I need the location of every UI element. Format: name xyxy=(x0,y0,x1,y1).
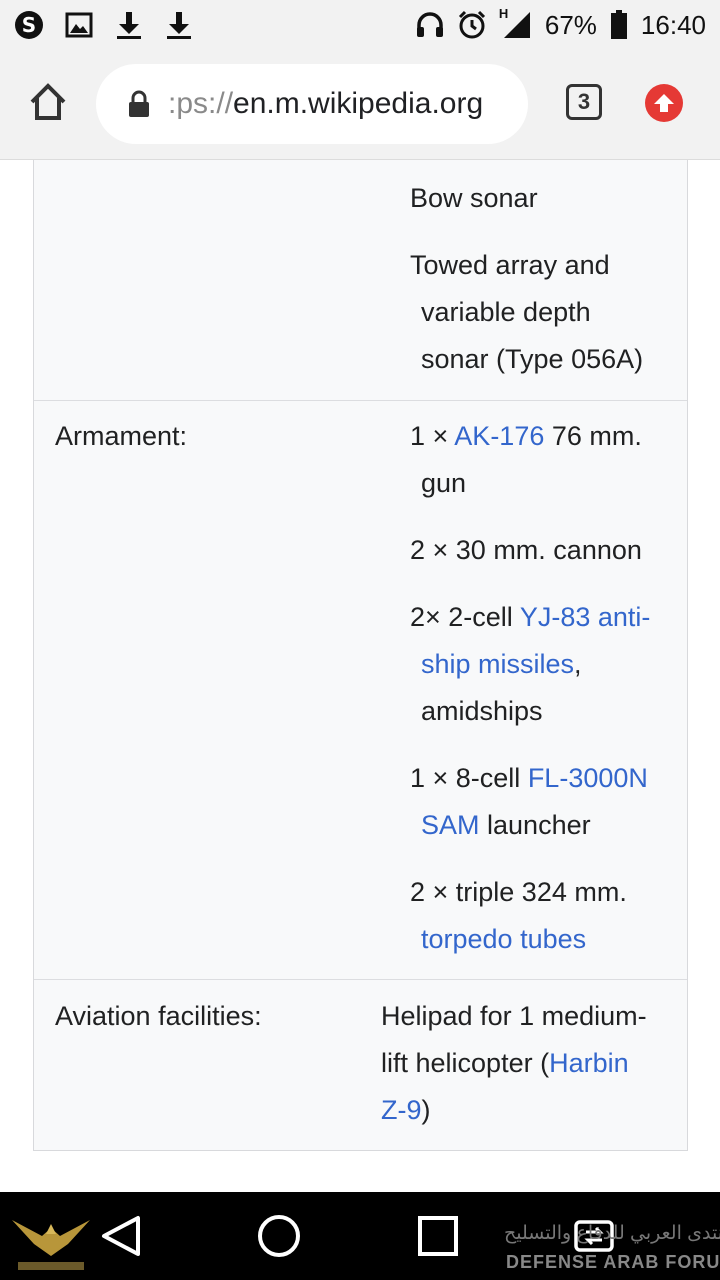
home-nav-button[interactable] xyxy=(255,1212,303,1260)
text-segment: Bow sonar xyxy=(410,183,538,213)
text-segment: lift helicopter ( xyxy=(381,1048,550,1078)
address-bar[interactable]: :ps://en.m.wikipedia.org xyxy=(96,64,528,144)
svg-text:S: S xyxy=(22,13,36,37)
status-bar: S H 67% 16:40 xyxy=(0,0,720,50)
text-segment: Helipad for 1 medium- xyxy=(381,1001,647,1031)
recents-square-icon xyxy=(418,1216,458,1256)
back-triangle-icon xyxy=(102,1216,140,1256)
url-text: :ps://en.m.wikipedia.org xyxy=(168,87,483,121)
image-icon xyxy=(64,10,94,40)
download-icon xyxy=(114,10,144,40)
home-button[interactable] xyxy=(26,80,70,124)
battery-icon xyxy=(609,10,629,40)
wiki-link[interactable]: Z-9 xyxy=(381,1095,422,1125)
navigation-bar: المنتدى العربي للدفاع والتسليح DEFENSE A… xyxy=(0,1192,720,1280)
text-line: amidships xyxy=(410,688,650,735)
text-line: 2 × triple 324 mm. xyxy=(410,869,627,916)
text-segment: sonar (Type 056A) xyxy=(421,344,644,374)
browser-toolbar: :ps://en.m.wikipedia.org 3 xyxy=(0,50,720,160)
infobox-value-sensors-2: Towed array and variable depth sonar (Type… xyxy=(410,242,643,383)
wiki-link[interactable]: FL-3000N xyxy=(528,763,648,793)
back-button[interactable] xyxy=(98,1212,146,1260)
lock-icon xyxy=(128,90,150,118)
text-line: Z-9) xyxy=(381,1087,647,1134)
page-content[interactable]: Bow sonar Towed array and variable depth s… xyxy=(0,160,720,1192)
armament-item-5: 2 × triple 324 mm. torpedo tubes xyxy=(410,869,627,963)
wiki-link[interactable]: SAM xyxy=(421,810,480,840)
armament-item-2: 2 × 30 mm. cannon xyxy=(410,527,642,574)
text-line: Towed array and xyxy=(410,242,643,289)
text-segment: ) xyxy=(421,1095,431,1125)
text-line: SAM launcher xyxy=(410,802,648,849)
tab-switcher-button[interactable]: 3 xyxy=(566,84,602,120)
alarm-icon xyxy=(457,10,487,40)
wiki-link[interactable]: YJ-83 anti- xyxy=(520,602,651,632)
recents-button[interactable] xyxy=(414,1212,462,1260)
download-icon xyxy=(164,10,194,40)
update-button[interactable] xyxy=(645,84,683,122)
row-divider xyxy=(34,979,687,980)
text-segment: 1 × 8-cell xyxy=(410,763,528,793)
forum-logo-icon xyxy=(8,1206,94,1274)
text-line: lift helicopter (Harbin xyxy=(381,1040,647,1087)
row-divider xyxy=(34,400,687,401)
text-segment: Towed array and xyxy=(410,250,610,280)
text-segment: 2 × 30 mm. cannon xyxy=(410,535,642,565)
text-line: ship missiles, xyxy=(410,641,650,688)
network-type: H xyxy=(498,6,509,21)
text-line: 2 × 30 mm. cannon xyxy=(410,527,642,574)
text-segment: , xyxy=(574,649,582,679)
wiki-link[interactable]: ship missiles xyxy=(421,649,574,679)
aviation-value: Helipad for 1 medium-lift helicopter (Ha… xyxy=(381,993,647,1134)
text-segment: 2× 2-cell xyxy=(410,602,520,632)
signal-icon: H xyxy=(499,6,533,40)
clock: 16:40 xyxy=(640,9,706,40)
text-line: variable depth xyxy=(410,289,643,336)
home-circle-icon xyxy=(258,1215,300,1257)
text-segment: 76 mm. xyxy=(544,421,642,451)
text-segment: 2 × triple 324 mm. xyxy=(410,877,627,907)
battery-percent: 67% xyxy=(544,9,597,40)
arrow-up-icon xyxy=(654,94,674,112)
headset-icon xyxy=(415,10,445,40)
watermark-english: DEFENSE ARAB FORUM xyxy=(506,1252,720,1272)
text-line: Bow sonar xyxy=(410,175,538,222)
wiki-link[interactable]: AK-176 xyxy=(454,421,544,451)
wiki-link[interactable]: torpedo tubes xyxy=(421,924,586,954)
text-segment: variable depth xyxy=(421,297,591,327)
text-segment: launcher xyxy=(479,810,591,840)
infobox-label-aviation: Aviation facilities: xyxy=(55,1001,262,1031)
armament-item-1: 1 × AK-176 76 mm. gun xyxy=(410,413,642,507)
text-line: sonar (Type 056A) xyxy=(410,336,643,383)
infobox-value-sensors-1: Bow sonar xyxy=(410,175,538,222)
text-line: Helipad for 1 medium- xyxy=(381,993,647,1040)
text-line: 1 × 8-cell FL-3000N xyxy=(410,755,648,802)
wiki-link[interactable]: Harbin xyxy=(549,1048,629,1078)
text-line: 2× 2-cell YJ-83 anti- xyxy=(410,594,650,641)
text-line: torpedo tubes xyxy=(410,916,627,963)
text-segment: 1 × xyxy=(410,421,455,451)
text-segment: amidships xyxy=(421,696,543,726)
text-line: 1 × AK-176 76 mm. xyxy=(410,413,642,460)
url-prefix: :ps:// xyxy=(168,87,234,120)
infobox: Bow sonar Towed array and variable depth s… xyxy=(33,160,688,1151)
armament-item-3: 2× 2-cell YJ-83 anti-ship missiles, amids… xyxy=(410,594,650,735)
s-notification-icon: S xyxy=(14,10,44,40)
tab-count: 3 xyxy=(577,89,591,114)
infobox-label-armament: Armament: xyxy=(55,421,188,451)
armament-item-4: 1 × 8-cell FL-3000N SAM launcher xyxy=(410,755,648,849)
text-segment: gun xyxy=(421,468,467,498)
watermark-arabic: المنتدى العربي للدفاع والتسليح xyxy=(504,1223,720,1244)
text-line: gun xyxy=(410,460,642,507)
home-icon xyxy=(30,83,66,120)
url-host: en.m.wikipedia.org xyxy=(233,87,484,120)
